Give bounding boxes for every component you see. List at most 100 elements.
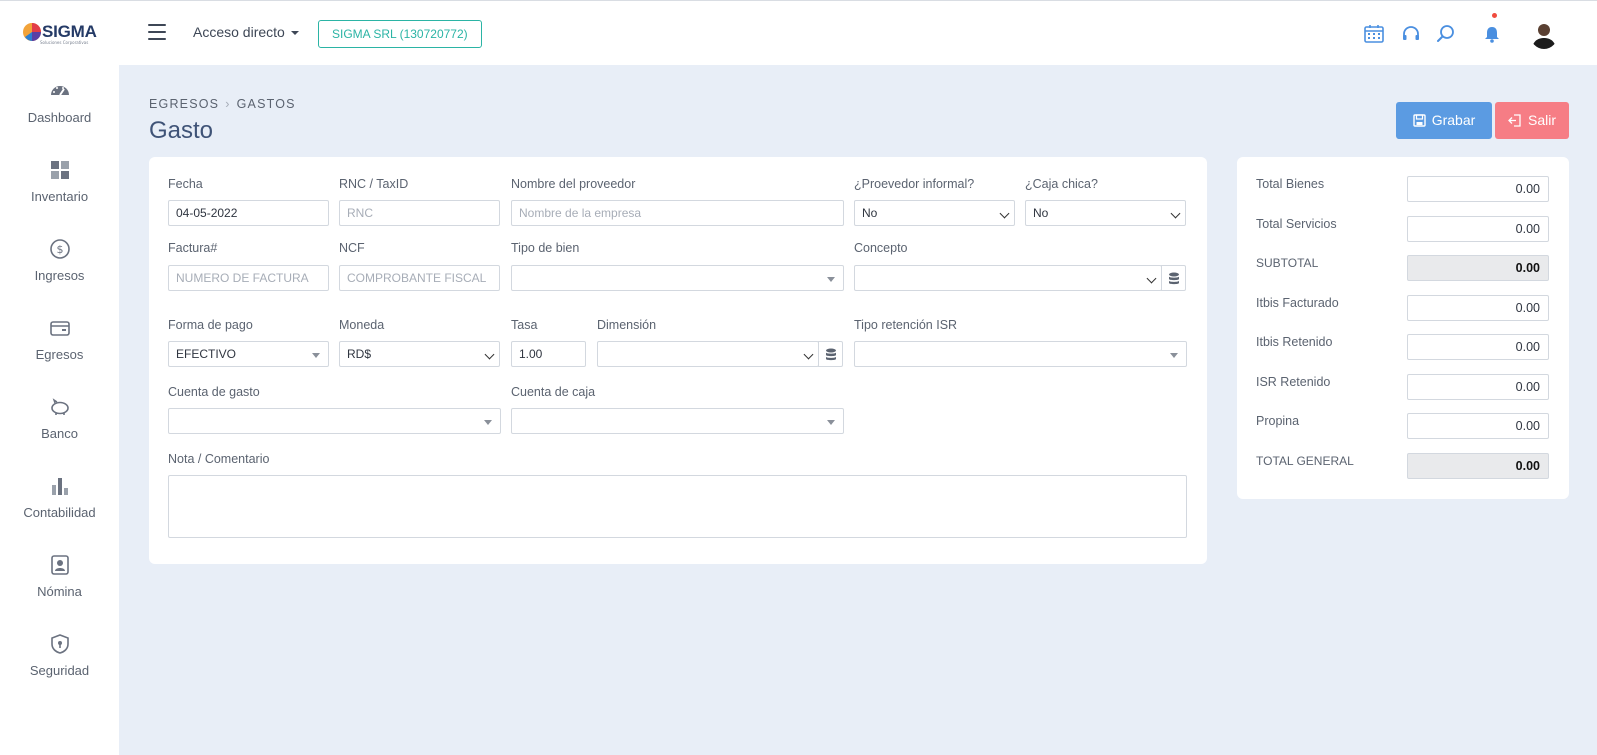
- propina-input[interactable]: 0.00: [1407, 413, 1549, 439]
- moneda-label: Moneda: [339, 318, 385, 332]
- sign-out-icon: [1508, 114, 1521, 127]
- isr-retenido-label: ISR Retenido: [1256, 375, 1331, 389]
- nota-textarea[interactable]: [168, 475, 1187, 538]
- page-title: Gasto: [149, 117, 214, 144]
- quick-access-dropdown[interactable]: Acceso directo: [193, 24, 299, 40]
- proveedor-label: Nombre del proveedor: [511, 177, 636, 191]
- informal-label: ¿Proevedor informal?: [854, 177, 975, 191]
- sidebar-item-label: Seguridad: [29, 663, 90, 678]
- cuenta-gasto-label: Cuenta de gasto: [168, 385, 260, 399]
- sidebar-item-egresos[interactable]: Egresos: [0, 317, 119, 387]
- itbis-facturado-input[interactable]: 0.00: [1407, 295, 1549, 321]
- totals-card: Total Bienes 0.00 Total Servicios 0.00 S…: [1237, 157, 1569, 499]
- moneda-value: RD$: [347, 347, 372, 361]
- caja-chica-label: ¿Caja chica?: [1025, 177, 1098, 191]
- user-avatar[interactable]: [1530, 19, 1558, 49]
- exit-button[interactable]: Salir: [1495, 102, 1569, 139]
- logo-mark-icon: [23, 23, 41, 41]
- caja-chica-value: No: [1033, 206, 1049, 220]
- brand-tagline: Soluciones Corporativas: [40, 40, 89, 45]
- caret-down-icon: [290, 31, 299, 36]
- dimension-select[interactable]: [597, 341, 819, 367]
- chevron-right-icon: ›: [225, 97, 231, 111]
- tipo-bien-label: Tipo de bien: [511, 241, 580, 255]
- sidebar-item-banco[interactable]: Banco: [0, 396, 119, 466]
- dollar-circle-icon: $: [49, 239, 70, 259]
- factura-label: Factura#: [168, 241, 218, 255]
- chevron-down-icon: [999, 208, 1010, 219]
- factura-input[interactable]: NUMERO DE FACTURA: [168, 265, 329, 291]
- total-general-value: 0.00: [1407, 453, 1549, 479]
- informal-select[interactable]: No: [854, 200, 1015, 226]
- tasa-label: Tasa: [511, 318, 538, 332]
- fecha-label: Fecha: [168, 177, 203, 191]
- floppy-disk-icon: [1413, 114, 1426, 127]
- headset-icon[interactable]: [1400, 23, 1422, 45]
- sidebar-item-label: Nómina: [37, 584, 82, 599]
- database-icon: [1169, 272, 1179, 285]
- menu-toggle-icon[interactable]: [148, 24, 166, 40]
- caret-down-icon: [827, 420, 835, 425]
- moneda-select[interactable]: RD$: [339, 341, 500, 367]
- itbis-retenido-input[interactable]: 0.00: [1407, 334, 1549, 360]
- total-bienes-input[interactable]: 0.00: [1407, 176, 1549, 202]
- sidebar-item-label: Contabilidad: [23, 505, 96, 520]
- itbis-retenido-label: Itbis Retenido: [1256, 335, 1333, 349]
- isr-retenido-input[interactable]: 0.00: [1407, 374, 1549, 400]
- total-servicios-input[interactable]: 0.00: [1407, 216, 1549, 242]
- forma-pago-select[interactable]: EFECTIVO: [168, 341, 329, 367]
- subtotal-value: 0.00: [1407, 255, 1549, 281]
- sidebar-item-contabilidad[interactable]: Contabilidad: [0, 475, 119, 545]
- speedometer-icon: [50, 86, 69, 96]
- bell-icon[interactable]: [1481, 23, 1503, 45]
- ncf-label: NCF: [339, 241, 365, 255]
- wallet-icon: [49, 321, 70, 336]
- sidebar: Dashboard Inventario $ Ingresos Egresos …: [0, 65, 119, 755]
- save-button[interactable]: Grabar: [1396, 102, 1492, 139]
- top-bar: SIGMA Soluciones Corporativas Acceso dir…: [0, 0, 1597, 65]
- sidebar-item-label: Egresos: [35, 347, 84, 362]
- cuenta-gasto-select[interactable]: [168, 408, 501, 434]
- fecha-input[interactable]: 04-05-2022: [168, 200, 329, 226]
- concepto-label: Concepto: [854, 241, 908, 255]
- calculator-icon[interactable]: [1363, 23, 1385, 45]
- breadcrumb-parent[interactable]: EGRESOS: [149, 97, 219, 111]
- sidebar-item-seguridad[interactable]: Seguridad: [0, 633, 119, 703]
- rnc-input[interactable]: RNC: [339, 200, 500, 226]
- concepto-select[interactable]: [854, 265, 1162, 291]
- cuenta-caja-select[interactable]: [511, 408, 844, 434]
- sidebar-item-ingresos[interactable]: $ Ingresos: [0, 238, 119, 308]
- sidebar-item-label: Dashboard: [27, 110, 92, 125]
- dimension-label: Dimensión: [597, 318, 657, 332]
- sidebar-item-dashboard[interactable]: Dashboard: [0, 80, 119, 150]
- concepto-database-button[interactable]: [1161, 265, 1186, 291]
- total-general-label: TOTAL GENERAL: [1256, 454, 1354, 468]
- caja-chica-select[interactable]: No: [1025, 200, 1186, 226]
- retencion-isr-label: Tipo retención ISR: [854, 318, 958, 332]
- brand-logo[interactable]: SIGMA Soluciones Corporativas: [22, 18, 97, 46]
- breadcrumb-current: GASTOS: [236, 97, 296, 111]
- shield-icon: [50, 634, 69, 654]
- chevron-down-icon: [1146, 273, 1157, 284]
- total-bienes-label: Total Bienes: [1256, 177, 1325, 191]
- retencion-isr-select[interactable]: [854, 341, 1187, 367]
- nota-label: Nota / Comentario: [168, 452, 270, 466]
- sidebar-item-label: Banco: [41, 426, 78, 441]
- caret-down-icon: [484, 420, 492, 425]
- dimension-database-button[interactable]: [818, 341, 843, 367]
- save-button-label: Grabar: [1431, 112, 1476, 128]
- sidebar-item-label: Ingresos: [34, 268, 85, 283]
- ncf-input[interactable]: COMPROBANTE FISCAL: [339, 265, 500, 291]
- chevron-down-icon: [484, 349, 495, 360]
- sidebar-item-nomina[interactable]: Nómina: [0, 554, 119, 624]
- rnc-label: RNC / TaxID: [339, 177, 409, 191]
- sidebar-item-inventario[interactable]: Inventario: [0, 159, 119, 229]
- company-selector-button[interactable]: SIGMA SRL (130720772): [318, 20, 482, 48]
- search-icon[interactable]: [1435, 23, 1457, 45]
- tasa-input[interactable]: 1.00: [511, 341, 586, 367]
- svg-text:$: $: [56, 243, 63, 256]
- proveedor-input[interactable]: Nombre de la empresa: [511, 200, 844, 226]
- brand-name: SIGMA: [42, 22, 97, 41]
- notification-dot: [1492, 13, 1497, 18]
- tipo-bien-select[interactable]: [511, 265, 844, 291]
